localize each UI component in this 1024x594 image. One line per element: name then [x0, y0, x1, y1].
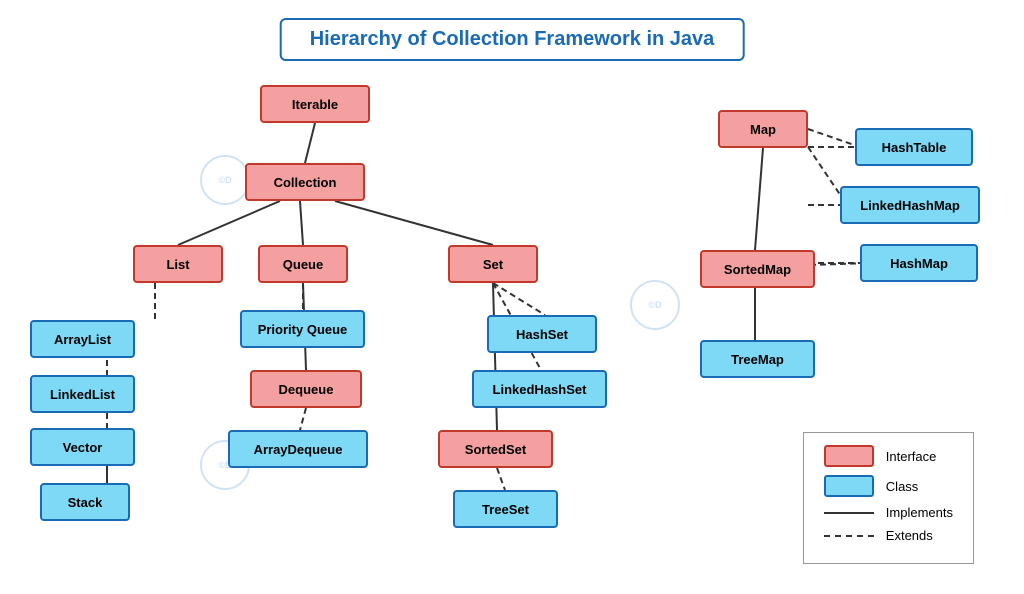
title: Hierarchy of Collection Framework in Jav… — [280, 18, 745, 61]
node-arraydequeue: ArrayDequeue — [228, 430, 368, 468]
node-queue: Queue — [258, 245, 348, 283]
node-list: List — [133, 245, 223, 283]
legend-extends-line — [824, 535, 874, 537]
node-iterable: Iterable — [260, 85, 370, 123]
node-hashset: HashSet — [487, 315, 597, 353]
node-dequeue: Dequeue — [250, 370, 362, 408]
node-linkedhashmap: LinkedHashMap — [840, 186, 980, 224]
legend-interface: Interface — [824, 445, 953, 467]
node-vector: Vector — [30, 428, 135, 466]
legend-interface-label: Interface — [886, 449, 937, 464]
legend-class-label: Class — [886, 479, 919, 494]
watermark-2: ©D — [630, 280, 680, 330]
node-hashtable: HashTable — [855, 128, 973, 166]
legend-class: Class — [824, 475, 953, 497]
node-treemap: TreeMap — [700, 340, 815, 378]
legend-class-box — [824, 475, 874, 497]
node-collection: Collection — [245, 163, 365, 201]
legend-extends: Extends — [824, 528, 953, 543]
node-treeset: TreeSet — [453, 490, 558, 528]
diagram-container: Hierarchy of Collection Framework in Jav… — [0, 0, 1024, 594]
node-set: Set — [448, 245, 538, 283]
node-map: Map — [718, 110, 808, 148]
legend-extends-label: Extends — [886, 528, 933, 543]
legend-implements-label: Implements — [886, 505, 953, 520]
node-stack: Stack — [40, 483, 130, 521]
node-linkedhashset: LinkedHashSet — [472, 370, 607, 408]
node-arraylist: ArrayList — [30, 320, 135, 358]
legend-interface-box — [824, 445, 874, 467]
node-linkedlist: LinkedList — [30, 375, 135, 413]
legend: Interface Class Implements Extends — [803, 432, 974, 564]
legend-implements: Implements — [824, 505, 953, 520]
node-priorityqueue: Priority Queue — [240, 310, 365, 348]
node-sortedset: SortedSet — [438, 430, 553, 468]
watermark-1: ©D — [200, 155, 250, 205]
node-sortedmap: SortedMap — [700, 250, 815, 288]
node-hashmap: HashMap — [860, 244, 978, 282]
legend-implements-line — [824, 512, 874, 514]
